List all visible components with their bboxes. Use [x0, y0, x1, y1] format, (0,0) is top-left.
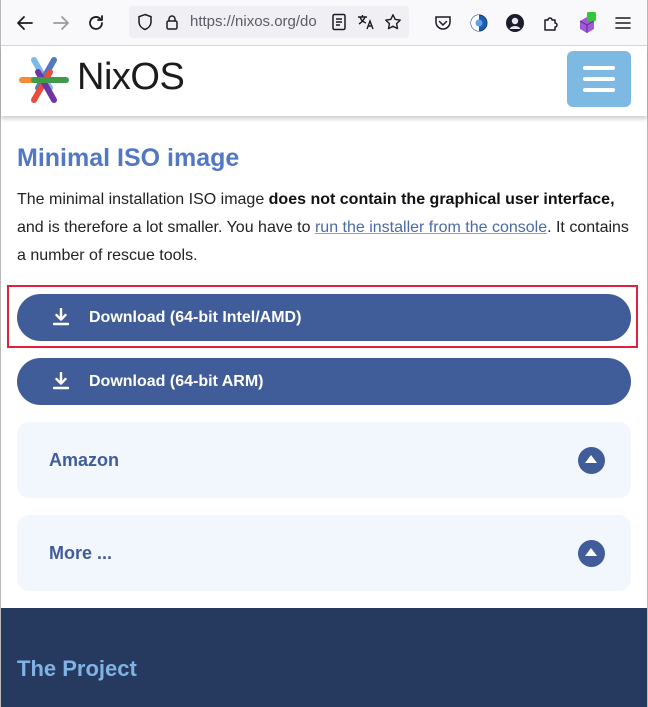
accordion-amazon[interactable]: Amazon	[17, 422, 631, 498]
site-header: NixOS	[1, 46, 647, 116]
chevron-up-icon[interactable]	[578, 540, 605, 567]
nixos-snowflake-icon[interactable]	[16, 54, 72, 106]
bookmark-star-icon[interactable]	[383, 12, 403, 32]
download-icon	[53, 372, 69, 390]
download-arm-label: Download (64-bit ARM)	[89, 373, 264, 390]
download-arm-button[interactable]: Download (64-bit ARM)	[17, 358, 631, 405]
chevron-up-icon[interactable]	[578, 447, 605, 474]
forward-arrow-icon[interactable]	[47, 9, 75, 37]
extension-circle-icon[interactable]	[465, 9, 493, 37]
account-avatar-icon[interactable]	[501, 9, 529, 37]
intro-bold: does not contain the graphical user inte…	[268, 191, 615, 208]
accordion-more[interactable]: More ...	[17, 515, 631, 591]
lock-icon[interactable]	[162, 12, 182, 32]
url-text[interactable]: https://nixos.org/do	[190, 13, 350, 30]
intro-prefix: The minimal installation ISO image	[17, 191, 269, 208]
back-arrow-icon[interactable]	[11, 9, 39, 37]
hamburger-menu-button[interactable]	[567, 51, 631, 107]
footer-title: The Project	[17, 656, 137, 681]
url-bar[interactable]: https://nixos.org/do	[129, 6, 409, 38]
accordion-amazon-label: Amazon	[49, 450, 120, 470]
intro-middle: and is therefore a lot smaller. You have…	[17, 219, 315, 236]
translate-icon[interactable]	[356, 12, 376, 32]
menu-icon[interactable]	[609, 9, 637, 37]
highlight-box	[7, 285, 638, 348]
pocket-icon[interactable]	[429, 9, 457, 37]
addon-cube-icon[interactable]	[573, 9, 601, 37]
browser-toolbar: https://nixos.org/do	[1, 0, 647, 46]
site-footer: The Project	[1, 608, 647, 707]
accordion-more-label: More ...	[49, 543, 113, 563]
reload-icon[interactable]	[82, 9, 110, 37]
logo-text[interactable]: NixOS	[77, 56, 185, 99]
shield-icon[interactable]	[135, 12, 155, 32]
reader-view-icon[interactable]	[329, 12, 349, 32]
intro-paragraph: The minimal installation ISO image does …	[17, 186, 629, 270]
extensions-puzzle-icon[interactable]	[537, 9, 565, 37]
section-title: Minimal ISO image	[17, 144, 240, 172]
installer-console-link[interactable]: run the installer from the console	[315, 219, 547, 236]
